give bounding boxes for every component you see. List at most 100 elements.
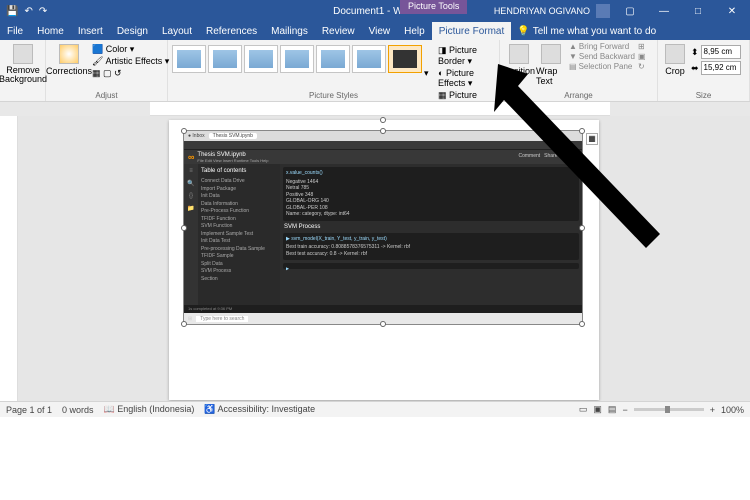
tab-insert[interactable]: Insert xyxy=(71,22,110,40)
resize-handle[interactable] xyxy=(181,321,187,327)
tab-mailings[interactable]: Mailings xyxy=(264,22,315,40)
ribbon: Remove Background Corrections 🟦 Color ▾ … xyxy=(0,40,750,102)
colab-statusbar: 1s completed at 9:36 PM xyxy=(184,305,582,313)
picture-border-button[interactable]: ◨ Picture Border ▾ xyxy=(438,45,495,67)
colab-menus: File Edit View Insert Runtime Tools Help xyxy=(197,158,268,163)
style-thumb[interactable] xyxy=(352,45,386,73)
tab-design[interactable]: Design xyxy=(110,22,155,40)
resize-handle[interactable] xyxy=(579,128,585,134)
resize-handle[interactable] xyxy=(579,321,585,327)
height-input[interactable]: 8,95 cm xyxy=(701,45,741,59)
colab-screenshot: ● Inbox Thesis SVM.ipynb ∞ Thesis SVM.ip… xyxy=(184,131,582,324)
quick-access: 💾 ↶ ↷ xyxy=(0,6,53,17)
tab-layout[interactable]: Layout xyxy=(155,22,199,40)
word-count[interactable]: 0 words xyxy=(62,405,94,415)
horizontal-ruler[interactable] xyxy=(0,102,750,116)
remove-background-button[interactable]: Remove Background xyxy=(4,42,42,84)
tab-references[interactable]: References xyxy=(199,22,264,40)
bulb-icon: 💡 xyxy=(517,26,529,37)
picture-styles-label: Picture Styles xyxy=(168,91,499,100)
view-print-icon[interactable]: ▣ xyxy=(593,404,602,415)
style-thumb[interactable] xyxy=(172,45,206,73)
arrange-label: Arrange xyxy=(500,91,657,100)
gear-icon: ⚙ xyxy=(562,153,566,161)
ribbon-options-icon[interactable]: ▢ xyxy=(616,6,644,17)
undo-icon[interactable]: ↶ xyxy=(24,6,32,17)
redo-icon[interactable]: ↷ xyxy=(39,6,47,17)
tab-review[interactable]: Review xyxy=(315,22,362,40)
selection-pane-button[interactable]: ▤ Selection Pane xyxy=(569,62,635,71)
style-thumb[interactable] xyxy=(280,45,314,73)
document-page: ▦ ● Inbox Thesis SVM.ipynb ∞ Thesis SVM.… xyxy=(169,120,599,400)
minimize-icon[interactable]: — xyxy=(650,6,678,17)
style-thumb[interactable] xyxy=(316,45,350,73)
toc-icon: ≡ xyxy=(189,168,193,174)
code-cell: ▶ svm_model(X_train, Y_test, y_train, y_… xyxy=(283,233,579,261)
corrections-icon xyxy=(59,44,79,64)
height-icon: ⬍ xyxy=(691,47,699,58)
view-web-icon[interactable]: ▤ xyxy=(608,404,617,415)
send-backward-button[interactable]: ▼ Send Backward xyxy=(569,52,635,61)
accessibility-indicator[interactable]: ♿ Accessibility: Investigate xyxy=(204,404,315,415)
width-input[interactable]: 15,92 cm xyxy=(701,61,741,75)
inserted-picture[interactable]: ▦ ● Inbox Thesis SVM.ipynb ∞ Thesis SVM.… xyxy=(183,130,583,325)
ribbon-tabs: File Home Insert Design Layout Reference… xyxy=(0,22,750,40)
zoom-in-icon[interactable]: + xyxy=(710,405,715,415)
tell-me[interactable]: 💡 Tell me what you want to do xyxy=(517,22,656,40)
notebook-body: x.value_counts() Negative 1464Netral 785… xyxy=(280,164,582,305)
style-thumb[interactable] xyxy=(208,45,242,73)
vertical-ruler[interactable] xyxy=(0,116,18,401)
bring-forward-button[interactable]: ▲ Bring Forward xyxy=(569,42,635,51)
browser-tab: Thesis SVM.ipynb xyxy=(209,133,257,139)
resize-handle[interactable] xyxy=(181,128,187,134)
style-thumb[interactable] xyxy=(244,45,278,73)
rotate-button[interactable]: ↻ xyxy=(638,62,646,71)
rotate-handle[interactable] xyxy=(380,117,386,123)
width-icon: ⬌ xyxy=(691,63,699,74)
tab-picture-format[interactable]: Picture Format xyxy=(432,22,512,40)
align-button[interactable]: ⊞ xyxy=(638,42,646,51)
tab-help[interactable]: Help xyxy=(397,22,432,40)
close-icon[interactable]: ✕ xyxy=(718,6,746,17)
tab-view[interactable]: View xyxy=(362,22,398,40)
url-bar xyxy=(184,141,582,150)
zoom-out-icon[interactable]: − xyxy=(622,405,627,415)
resize-handle[interactable] xyxy=(380,321,386,327)
style-thumb-selected[interactable] xyxy=(388,45,422,73)
color-button[interactable]: 🟦 Color ▾ xyxy=(92,44,169,55)
code-cell: ▶ xyxy=(283,263,579,269)
save-icon[interactable]: 💾 xyxy=(6,6,18,17)
table-of-contents: Table of contents Connect Data DriveImpo… xyxy=(198,164,280,305)
remove-bg-icon xyxy=(13,44,33,64)
view-read-icon[interactable]: ▭ xyxy=(579,404,588,415)
artistic-effects-button[interactable]: 🖌 Artistic Effects ▾ xyxy=(92,56,169,67)
zoom-slider[interactable] xyxy=(634,408,704,411)
maximize-icon[interactable]: □ xyxy=(684,6,712,17)
resize-handle[interactable] xyxy=(579,225,585,231)
page-indicator[interactable]: Page 1 of 1 xyxy=(6,405,52,415)
share-button: Share xyxy=(544,153,557,161)
tab-home[interactable]: Home xyxy=(30,22,71,40)
zoom-level[interactable]: 100% xyxy=(721,405,744,415)
picture-effects-button[interactable]: ◐ Picture Effects ▾ xyxy=(438,68,495,89)
tab-file[interactable]: File xyxy=(0,22,30,40)
group-button[interactable]: ▣ xyxy=(638,52,646,61)
resize-handle[interactable] xyxy=(380,128,386,134)
browser-tab: ● Inbox xyxy=(188,133,205,139)
status-bar: Page 1 of 1 0 words 📖 English (Indonesia… xyxy=(0,401,750,417)
position-icon xyxy=(509,44,529,64)
size-label: Size xyxy=(658,91,749,100)
start-icon: ⊞ xyxy=(188,316,192,322)
context-tool-label: Picture Tools xyxy=(400,0,467,14)
comment-button: Comment xyxy=(518,153,540,161)
avatar-icon xyxy=(570,153,578,161)
section-header: SVM Process xyxy=(284,224,579,230)
adjust-group-label: Adjust xyxy=(46,91,167,100)
user-avatar[interactable] xyxy=(596,4,610,18)
compress-pictures-icon[interactable]: ▦ ▢ ↺ xyxy=(92,68,169,79)
search-icon: 🔍 xyxy=(187,180,194,187)
title-bar: 💾 ↶ ↷ Document1 - Word Picture Tools HEN… xyxy=(0,0,750,22)
language-indicator[interactable]: 📖 English (Indonesia) xyxy=(104,404,195,415)
layout-options-icon[interactable]: ▦ xyxy=(586,133,598,145)
resize-handle[interactable] xyxy=(181,225,187,231)
